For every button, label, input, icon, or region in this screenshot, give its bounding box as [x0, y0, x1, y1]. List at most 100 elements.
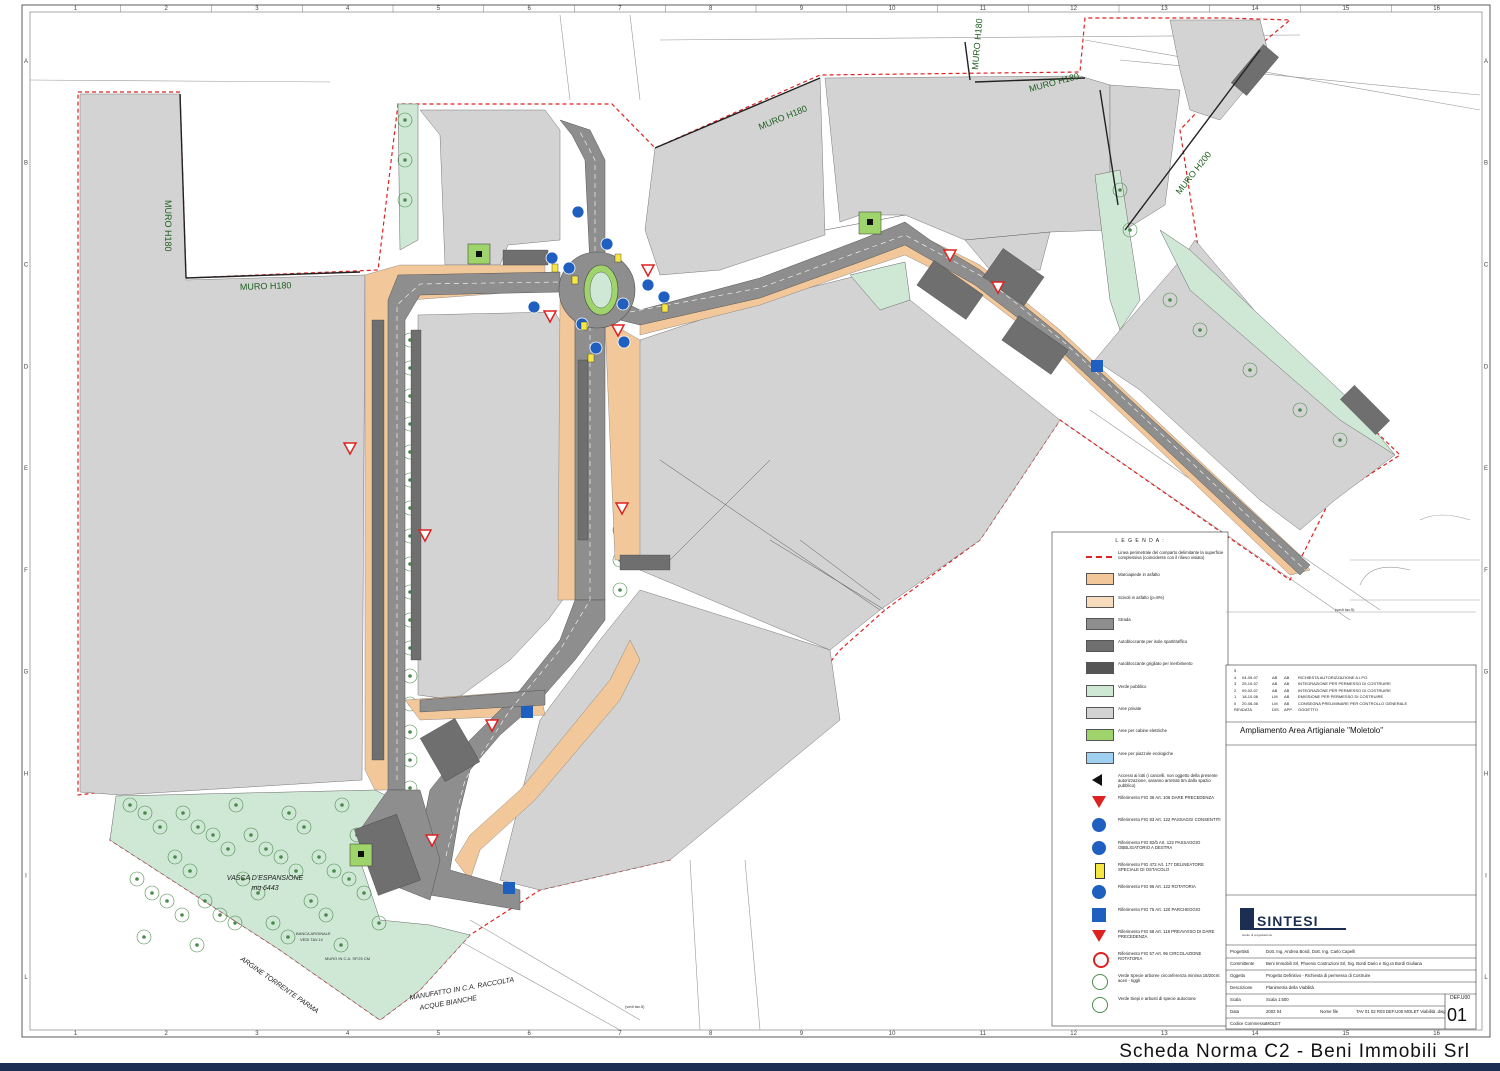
- title-block-key: Scala: [1230, 997, 1241, 1002]
- orange-fill: [1086, 573, 1114, 586]
- passage-allowed-sign-icon: [1092, 818, 1106, 833]
- tree-trunk: [218, 913, 222, 917]
- red-dashed-line: [1086, 556, 1112, 558]
- delineator-icon: [661, 303, 669, 313]
- legend-item-label: Riferimento FIG 36 Art. 106 DARE PRECEDE…: [1118, 795, 1214, 801]
- tree-trunk: [332, 869, 336, 873]
- tree-trunk: [287, 811, 291, 815]
- legend-item: Linea perimetrale del comparto delimitan…: [1052, 550, 1228, 572]
- tree-trunk: [142, 935, 146, 939]
- revision-subject: EMISSIONE PER PERMESSO DI COSTRUIRE: [1298, 694, 1384, 699]
- tree-trunk: [362, 891, 366, 895]
- frame-column-number: 10: [889, 1031, 896, 1037]
- frame-row-letter: E: [24, 466, 28, 472]
- legend-item-label: Accessi ai lotti (i cancelli, non oggett…: [1118, 772, 1218, 788]
- tree-trunk: [233, 921, 237, 925]
- legend-item: Aree per piazzole ecologiche: [1052, 751, 1228, 773]
- tree-trunk: [226, 847, 230, 851]
- tree-trunk: [180, 913, 184, 917]
- legend-item-label: Strada: [1118, 616, 1131, 622]
- frame-row-letter: A: [1484, 59, 1488, 65]
- bank-label-line2: VEDI TAV.14: [300, 937, 324, 942]
- tree-trunk: [1248, 368, 1252, 372]
- frame-row-letter: H: [24, 772, 28, 778]
- frame-column-number: 13: [1161, 1031, 1168, 1037]
- revision-app: AB: [1284, 687, 1290, 693]
- tree-trunk: [286, 935, 290, 939]
- legend-item-label: Riferimento FIG 58 Art. 118 PREAVVISO DI…: [1118, 928, 1215, 939]
- wall-label: MURO H180: [163, 200, 173, 252]
- legend-item: Strada: [1052, 617, 1228, 639]
- frame-row-letter: H: [1484, 772, 1488, 778]
- tree-trunk: [403, 158, 407, 162]
- revision-rev: 4: [1234, 674, 1237, 680]
- frame-column-number: 11: [980, 6, 987, 12]
- parking-sign-icon: [503, 882, 515, 894]
- light-orange-fill: [1086, 595, 1114, 608]
- legend-item-label: Riferimento FIG 83 Art. 122 PASSAGGI CON…: [1118, 817, 1221, 823]
- frame-column-number: 15: [1343, 1031, 1350, 1037]
- revision-des: LM: [1272, 694, 1278, 699]
- tree-trunk: [377, 921, 381, 925]
- light-blue-fill: [1086, 751, 1114, 764]
- expansion-basin-area: mq 6443: [251, 885, 278, 892]
- legend-item: Riferimento FIG 83 Art. 122 PASSAGGI CON…: [1052, 817, 1228, 839]
- legend-item-label: Autobloccante per isole spartitraffico: [1118, 639, 1188, 645]
- frame-row-letter: D: [24, 364, 29, 370]
- title-block-key: Progettisti: [1230, 949, 1250, 954]
- verifica-label: (vedi tav.5): [625, 1004, 645, 1009]
- bank-label-line1: BANCA ARGINALE: [296, 931, 331, 936]
- tree-trunk: [150, 891, 154, 895]
- delineator-icon: [614, 253, 622, 263]
- tree-trunk: [1198, 328, 1202, 332]
- roundabout-sign-icon: [527, 300, 541, 314]
- frame-row-letter: C: [1484, 263, 1489, 269]
- legend-item-label: Linea perimetrale del comparto delimitan…: [1118, 550, 1224, 560]
- keep-right-sign-icon: [1092, 840, 1106, 855]
- sheet-number: 01: [1447, 1005, 1468, 1025]
- frame-row-letter: F: [1484, 568, 1488, 574]
- tree-trunk: [264, 847, 268, 851]
- frame-row-letter: G: [24, 670, 29, 676]
- revision-rev: 0: [1234, 700, 1237, 706]
- grid-pattern-fill: [1086, 662, 1114, 675]
- tree-trunk: [347, 877, 351, 881]
- legend-item: Scivoli in asfalto (p=8%): [1052, 595, 1228, 617]
- tree-trunk: [203, 899, 207, 903]
- delineator-icon: [580, 321, 588, 331]
- roundabout-sign-icon: [562, 261, 576, 275]
- tree-trunk: [339, 943, 343, 947]
- tree-trunk: [173, 855, 177, 859]
- legend-item-label: Verde Siepi e arbusti di specie autocton…: [1118, 995, 1196, 1001]
- dark-grey-fill: [1086, 617, 1114, 630]
- tree-trunk: [211, 833, 215, 837]
- title-block-value: Dott. Ing. Andrea Bordi, Dott. Ing. Carl…: [1266, 949, 1356, 954]
- revision-date: DATA: [1242, 707, 1253, 712]
- legend-item: Verde Specie arboree circonferenza minim…: [1052, 973, 1228, 995]
- tree-trunk: [279, 855, 283, 859]
- legend-item: Riferimento FIG 75 Art. 120 PARCHEGGIO: [1052, 907, 1228, 929]
- parking-sign-icon: [1092, 907, 1106, 922]
- tree-trunk: [618, 588, 622, 592]
- expansion-basin-label: VASCA D'ESPANSIONE: [227, 875, 304, 882]
- legend-item: Verde Siepi e arbusti di specie autocton…: [1052, 996, 1228, 1018]
- legend-item-label: Riferimento FIG 57 Art. 96 CIRCOLAZIONE …: [1118, 951, 1202, 962]
- title-block-row: Descrizione Planimetria della Viabilità: [1226, 985, 1476, 995]
- legend-item: Accessi ai lotti (i cancelli, non oggett…: [1052, 773, 1228, 795]
- frame-column-number: 14: [1252, 6, 1259, 12]
- footer-title: Scheda Norma C2 - Beni Immobili Srl: [1119, 1041, 1470, 1062]
- roundabout-sign-icon: [1092, 885, 1106, 900]
- tree-trunk: [158, 825, 162, 829]
- frame-column-number: 11: [980, 1031, 987, 1037]
- frame-row-letter: D: [1484, 364, 1489, 370]
- tree-trunk: [195, 943, 199, 947]
- legend-item: Riferimento FIG 82/b Art. 122 PASSAGGIO …: [1052, 840, 1228, 862]
- revision-date: 04-09-07: [1242, 674, 1259, 680]
- revision-subject: CONSEGNA PRELIMINARE PER CONTROLLO GENER…: [1298, 700, 1408, 706]
- frame-column-number: 15: [1343, 6, 1350, 12]
- title-block-value: Progetto Definitivo - Richiesta di perme…: [1266, 973, 1371, 978]
- revision-rev: 2: [1234, 687, 1237, 693]
- revision-rev: 5: [1234, 668, 1237, 673]
- legend-item: Aree per cabine elettriche: [1052, 728, 1228, 750]
- title-block-value: Planimetria della Viabilità: [1266, 985, 1314, 990]
